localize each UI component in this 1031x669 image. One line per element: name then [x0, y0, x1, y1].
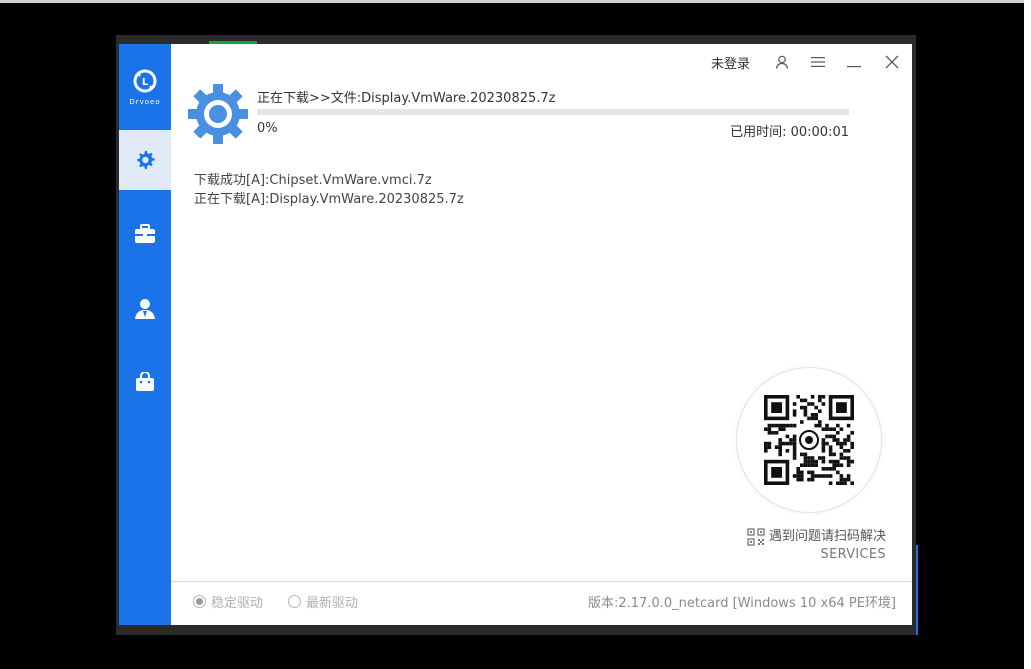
- login-link[interactable]: 未登录: [711, 53, 750, 72]
- minimize-icon: [847, 66, 861, 68]
- download-log: 下载成功[A]:Chipset.VmWare.vmci.7z 正在下载[A]:D…: [194, 171, 464, 209]
- title-bar-controls: 未登录: [711, 44, 912, 80]
- sidebar-item-toolbox[interactable]: [119, 204, 171, 264]
- desktop: L Drvoeo 未登录 正在下载>>文件:Display.VmWare.202…: [0, 0, 1031, 669]
- svg-text:L: L: [142, 77, 149, 88]
- download-status-title: 正在下载>>文件:Display.VmWare.20230825.7z: [257, 91, 556, 106]
- qr-label: 遇到问题请扫码解决: [768, 529, 886, 544]
- app-logo: L Drvoeo: [119, 44, 171, 130]
- elapsed-time: 已用时间: 00:00:01: [730, 125, 849, 140]
- version-info: 版本:2.17.0.0_netcard [Windows 10 x64 PE环境…: [588, 596, 896, 611]
- menu-button[interactable]: [800, 44, 836, 80]
- user-icon: [775, 55, 789, 69]
- logo-text: Drvoeo: [129, 98, 161, 106]
- user-button[interactable]: [764, 44, 800, 80]
- sidebar: L Drvoeo: [119, 44, 171, 625]
- background-window-edge: [1024, 0, 1031, 669]
- log-line: 下载成功[A]:Chipset.VmWare.vmci.7z: [194, 173, 432, 188]
- background-window-edge: [0, 0, 1031, 3]
- qr-scan-icon: [747, 528, 765, 546]
- log-line: 正在下载[A]:Display.VmWare.20230825.7z: [194, 192, 464, 207]
- support-text: 遇到问题请扫码解决 SERVICES: [747, 528, 886, 564]
- sidebar-item-user[interactable]: [119, 279, 171, 339]
- sidebar-item-driver[interactable]: [119, 130, 171, 190]
- close-icon: [885, 55, 899, 69]
- qr-code-image: [764, 395, 854, 485]
- services-label: SERVICES: [820, 547, 886, 562]
- hamburger-icon: [811, 57, 825, 67]
- close-button[interactable]: [872, 44, 912, 80]
- download-progress-bar: [257, 109, 849, 115]
- radio-stable-driver[interactable]: 稳定驱动: [193, 592, 263, 611]
- radio-latest-driver[interactable]: 最新驱动: [288, 592, 358, 611]
- radio-button-checked[interactable]: [193, 595, 206, 608]
- toolbox-icon: [135, 224, 155, 243]
- minimize-button[interactable]: [836, 44, 872, 80]
- driver-app-window: L Drvoeo 未登录 正在下载>>文件:Display.VmWare.202…: [119, 41, 912, 625]
- person-icon: [135, 299, 155, 319]
- bag-icon: [136, 372, 154, 391]
- gear-icon: [137, 150, 155, 170]
- radio-stable-label: 稳定驱动: [211, 596, 264, 611]
- radio-latest-label: 最新驱动: [306, 596, 359, 611]
- logo-icon: L: [133, 69, 157, 93]
- support-qr-panel[interactable]: [736, 367, 882, 513]
- window-accent-tab: [209, 41, 257, 44]
- download-percent: 0%: [257, 121, 278, 136]
- download-gear-icon: [186, 82, 250, 150]
- footer-divider: [171, 581, 912, 582]
- radio-button-unchecked[interactable]: [288, 595, 301, 608]
- sidebar-item-store[interactable]: [119, 352, 171, 412]
